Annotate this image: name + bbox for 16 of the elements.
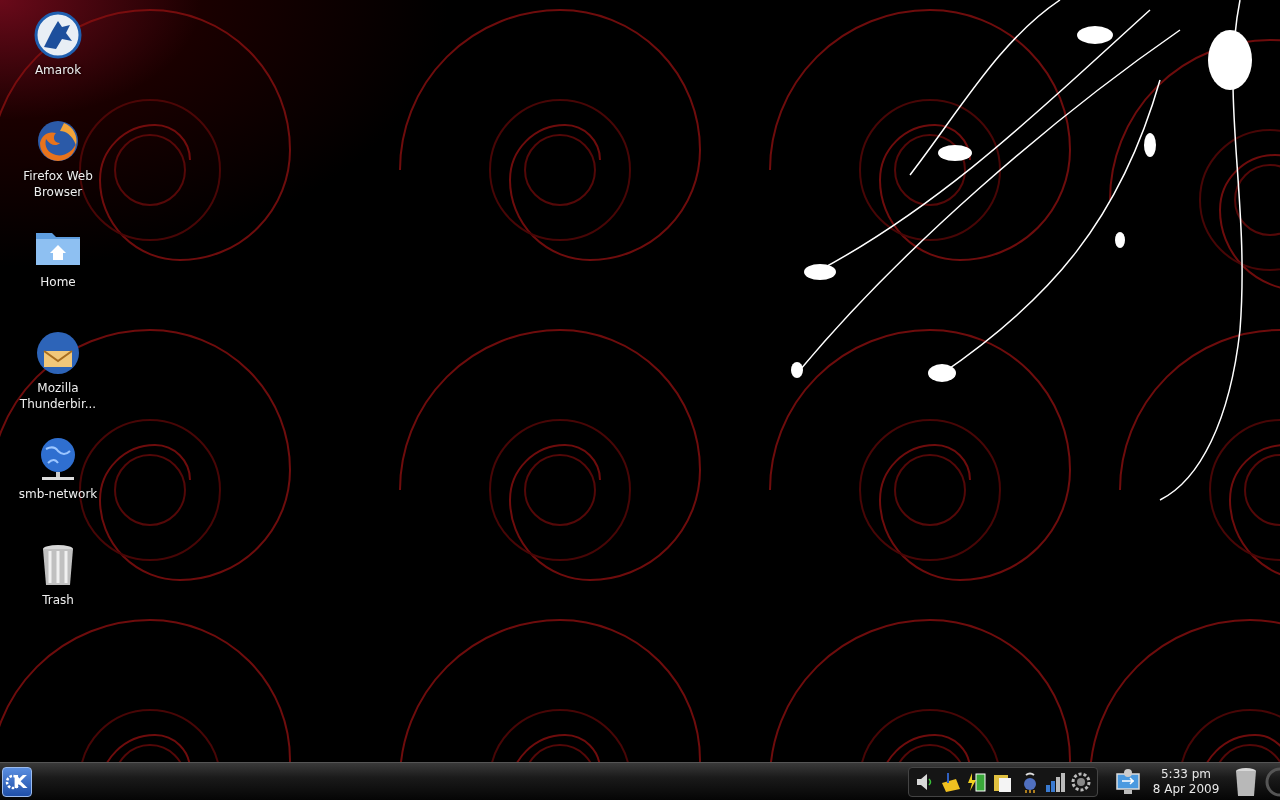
monitor-disc-icon[interactable]	[1114, 767, 1142, 796]
icon-label[interactable]: Home	[8, 274, 108, 290]
icon-label[interactable]: smb-network	[8, 486, 108, 502]
trash-icon[interactable]	[1234, 766, 1258, 797]
settings-icon[interactable]	[1070, 770, 1092, 793]
cashew-icon[interactable]	[1264, 766, 1280, 797]
icon-label[interactable]: Mozilla Thunderbir...	[8, 380, 108, 412]
digital-clock[interactable]: 5:33 pm 8 Apr 2009	[1148, 766, 1224, 797]
clock-time: 5:33 pm	[1160, 766, 1212, 782]
icon-label[interactable]: Firefox Web Browser	[8, 168, 108, 200]
clock-date: 8 Apr 2009	[1152, 781, 1220, 797]
note-pin-icon[interactable]	[940, 770, 962, 793]
signal-bars-icon[interactable]	[1044, 770, 1066, 793]
icon-label[interactable]: Trash	[8, 592, 108, 608]
icon-label[interactable]: Amarok	[8, 62, 108, 78]
battery-icon[interactable]	[966, 770, 988, 793]
